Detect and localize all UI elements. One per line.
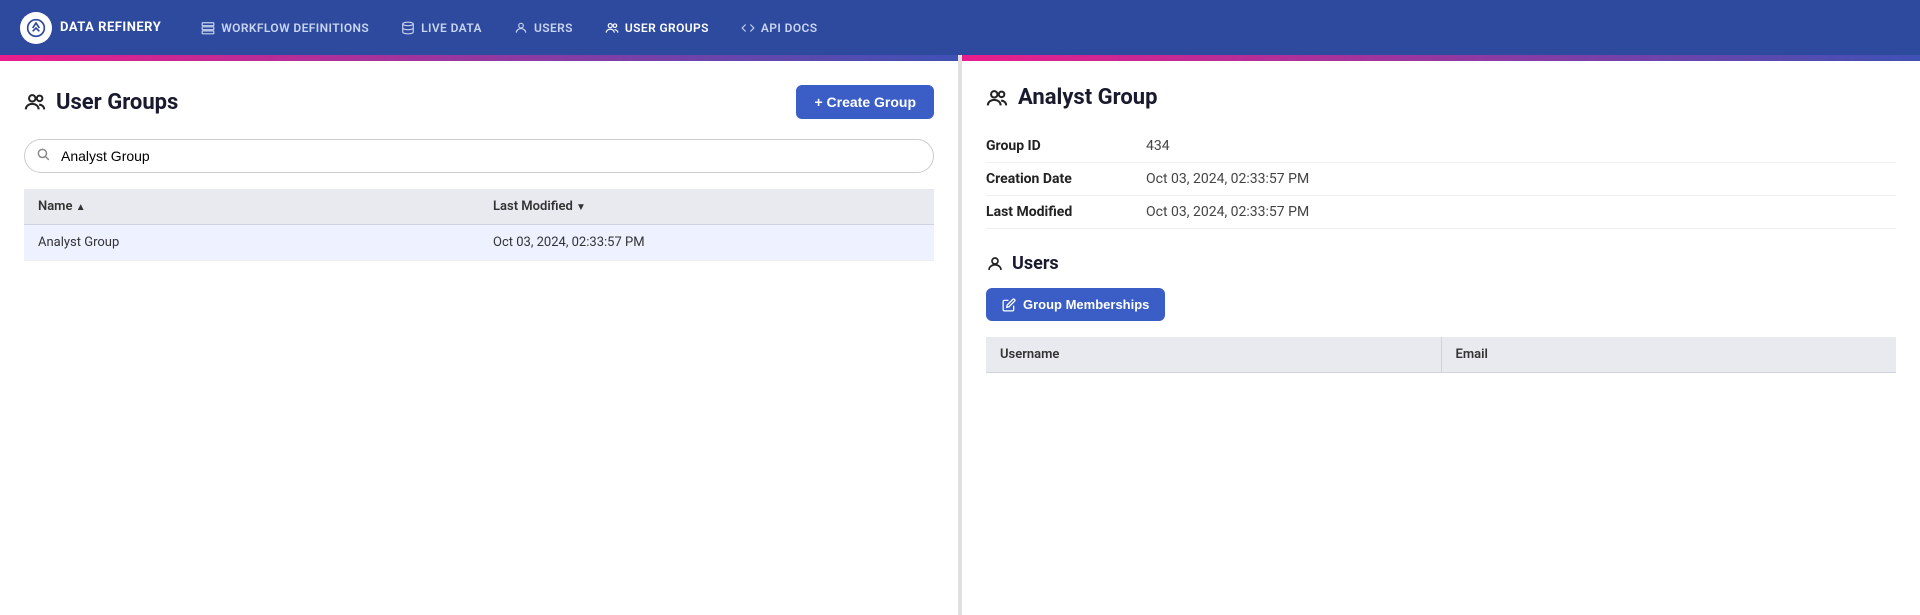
nav-item-live-data[interactable]: LIVE DATA (389, 15, 494, 41)
right-panel: Analyst Group Group ID 434 Creation Date… (962, 55, 1920, 615)
left-panel-title: User Groups (24, 90, 178, 115)
detail-row-creation-date: Creation Date Oct 03, 2024, 02:33:57 PM (986, 163, 1896, 196)
edit-icon (1002, 298, 1016, 312)
col-username-header: Username (986, 337, 1441, 373)
page-layout: User Groups + Create Group Name (0, 55, 1920, 615)
right-panel-content: Analyst Group Group ID 434 Creation Date… (962, 61, 1920, 615)
left-panel-content: User Groups + Create Group Name (0, 61, 958, 615)
brand-label: DATA REFINERY (60, 20, 161, 35)
col-modified-header[interactable]: Last Modified (479, 189, 934, 225)
search-input[interactable] (24, 139, 934, 173)
group-modified-cell: Oct 03, 2024, 02:33:57 PM (479, 225, 934, 261)
left-panel: User Groups + Create Group Name (0, 55, 958, 615)
users-table: Username Email (986, 337, 1896, 373)
nav-item-user-groups[interactable]: USER GROUPS (593, 15, 721, 41)
analyst-group-icon (986, 87, 1008, 109)
users-section-icon (986, 255, 1004, 273)
users-table-header-row: Username Email (986, 337, 1896, 373)
brand[interactable]: DATA REFINERY (20, 12, 161, 44)
users-icon (605, 21, 619, 35)
user-groups-icon (24, 91, 46, 113)
search-wrapper (24, 139, 934, 173)
database-icon (401, 21, 415, 35)
detail-row-last-modified: Last Modified Oct 03, 2024, 02:33:57 PM (986, 196, 1896, 229)
navigation: DATA REFINERY WORKFLOW DEFINITIONS LIVE … (0, 0, 1920, 55)
nav-item-users[interactable]: USERS (502, 15, 585, 41)
groups-table: Name Last Modified Analyst Group Oct 03,… (24, 189, 934, 261)
user-icon (514, 21, 528, 35)
right-panel-title: Analyst Group (986, 85, 1896, 110)
users-section-heading: Users (986, 253, 1896, 274)
layers-icon (201, 21, 215, 35)
left-panel-header: User Groups + Create Group (24, 85, 934, 119)
group-memberships-button[interactable]: Group Memberships (986, 288, 1165, 321)
nav-item-api-docs[interactable]: API DOCS (729, 15, 830, 41)
table-row[interactable]: Analyst Group Oct 03, 2024, 02:33:57 PM (24, 225, 934, 261)
brand-icon (20, 12, 52, 44)
detail-row-group-id: Group ID 434 (986, 130, 1896, 163)
nav-item-workflow-definitions[interactable]: WORKFLOW DEFINITIONS (189, 15, 381, 41)
search-icon (36, 147, 50, 165)
group-name-cell: Analyst Group (24, 225, 479, 261)
detail-field-group: Group ID 434 Creation Date Oct 03, 2024,… (986, 130, 1896, 229)
col-name-header[interactable]: Name (24, 189, 479, 225)
col-email-header: Email (1441, 337, 1896, 373)
create-group-button[interactable]: + Create Group (796, 85, 934, 119)
code-icon (741, 21, 755, 35)
table-header-row: Name Last Modified (24, 189, 934, 225)
